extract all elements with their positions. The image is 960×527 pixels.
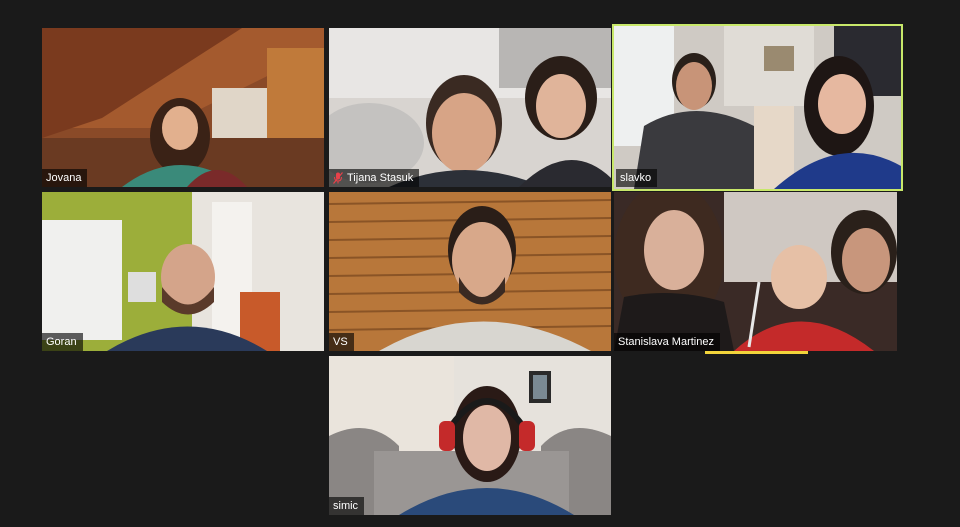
- participant-video: [42, 28, 324, 187]
- participant-name: Goran: [46, 336, 77, 348]
- participant-video: [614, 192, 897, 351]
- participant-video: [42, 192, 324, 351]
- video-tile-jovana[interactable]: Jovana: [42, 28, 324, 187]
- participant-name: simic: [333, 500, 359, 512]
- video-tile-stanislava-martinez[interactable]: Stanislava Martinez: [614, 192, 897, 351]
- video-tile-goran[interactable]: Goran: [42, 192, 324, 351]
- participant-name-label: simic: [329, 497, 365, 515]
- muted-mic-icon: [333, 172, 343, 184]
- participant-video: [329, 192, 611, 351]
- participant-video: [329, 28, 611, 187]
- participant-name-label: slavko: [616, 169, 658, 187]
- participant-name: Jovana: [46, 172, 82, 184]
- participant-name-label: Tijana Stasuk: [329, 169, 420, 187]
- participant-name: Stanislava Martinez: [618, 336, 714, 348]
- participant-name-label: VS: [329, 333, 354, 351]
- speaking-indicator: [705, 351, 808, 354]
- participant-name: Tijana Stasuk: [347, 172, 414, 184]
- video-tile-simic[interactable]: simic: [329, 356, 611, 515]
- participant-video: [329, 356, 611, 515]
- video-tile-slavko[interactable]: slavko: [612, 24, 903, 191]
- video-tile-vs[interactable]: VS: [329, 192, 611, 351]
- video-tile-tijana-stasuk[interactable]: Tijana Stasuk: [329, 28, 611, 187]
- video-gallery: Jovana Tijana Stasuk slavko Goran VS Sta…: [0, 0, 960, 527]
- participant-name-label: Jovana: [42, 169, 88, 187]
- participant-name: slavko: [620, 172, 652, 184]
- participant-name-label: Stanislava Martinez: [614, 333, 720, 351]
- participant-name: VS: [333, 336, 348, 348]
- participant-video: [614, 26, 901, 189]
- participant-name-label: Goran: [42, 333, 83, 351]
